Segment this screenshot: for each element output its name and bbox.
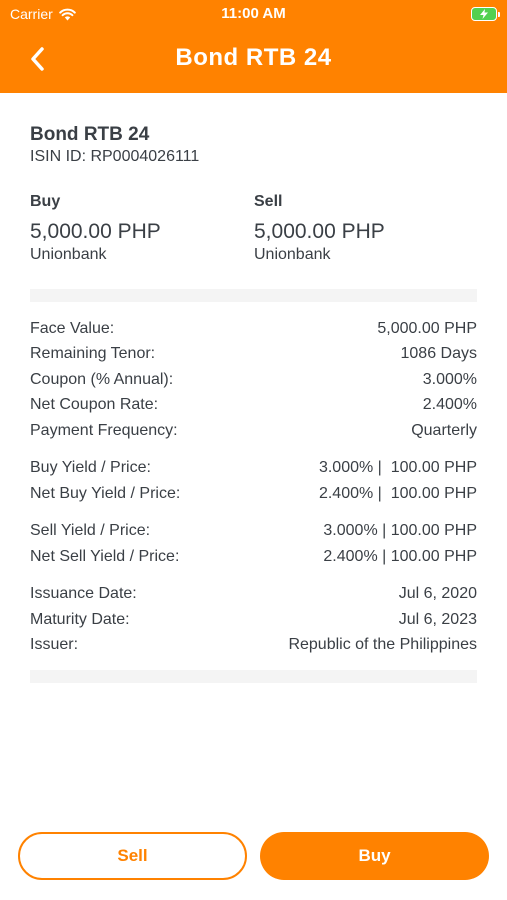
detail-row: Issuer: Republic of the Philippines xyxy=(30,633,477,659)
detail-value: 1086 Days xyxy=(400,345,478,363)
detail-label: Net Coupon Rate: xyxy=(30,396,159,414)
detail-value: 2.400% xyxy=(422,396,477,414)
app-header: Carrier 11:00 AM Bond RTB 24 xyxy=(0,0,507,93)
detail-label: Maturity Date: xyxy=(30,610,130,628)
detail-value: 2.400% | 100.00 PHP xyxy=(318,484,477,502)
detail-label: Net Buy Yield / Price: xyxy=(30,484,181,502)
status-bar: Carrier 11:00 AM xyxy=(0,0,507,28)
detail-value: 2.400% | 100.00 PHP xyxy=(323,547,477,565)
detail-value: Quarterly xyxy=(411,421,477,439)
detail-value: 5,000.00 PHP xyxy=(377,319,477,337)
detail-label: Face Value: xyxy=(30,319,115,337)
detail-row: Net Sell Yield / Price: 2.400% | 100.00 … xyxy=(30,544,477,570)
detail-label: Coupon (% Annual): xyxy=(30,370,174,388)
detail-value: 3.000% xyxy=(422,370,477,388)
detail-row: Face Value: 5,000.00 PHP xyxy=(30,316,477,342)
detail-label: Net Sell Yield / Price: xyxy=(30,547,180,565)
bond-summary: Bond RTB 24 ISIN ID: RP0004026111 xyxy=(30,118,477,166)
detail-row: Net Coupon Rate: 2.400% xyxy=(30,393,477,419)
detail-row: Sell Yield / Price: 3.000% | 100.00 PHP xyxy=(30,519,477,545)
sell-bank: Unionbank xyxy=(254,246,331,263)
buy-bank: Unionbank xyxy=(30,246,107,263)
detail-value: Republic of the Philippines xyxy=(288,636,477,654)
battery-icon xyxy=(471,7,500,21)
detail-label: Issuer: xyxy=(30,636,79,654)
detail-label: Issuance Date: xyxy=(30,585,137,603)
detail-row: Remaining Tenor: 1086 Days xyxy=(30,342,477,368)
detail-row: Buy Yield / Price: 3.000% | 100.00 PHP xyxy=(30,456,477,482)
detail-label: Sell Yield / Price: xyxy=(30,522,151,540)
buy-price: 5,000.00 PHP xyxy=(30,220,161,243)
bond-name: Bond RTB 24 xyxy=(30,124,150,145)
charging-bolt-icon xyxy=(480,9,488,19)
sell-button[interactable]: Sell xyxy=(18,832,247,880)
detail-row: Coupon (% Annual): 3.000% xyxy=(30,367,477,393)
row-gap xyxy=(30,507,477,519)
sell-quote: Sell 5,000.00 PHP Unionbank xyxy=(254,193,385,264)
buy-label: Buy xyxy=(30,193,61,210)
detail-value: 3.000% | 100.00 PHP xyxy=(318,459,477,477)
isin-id: ISIN ID: RP0004026111 xyxy=(30,148,200,165)
detail-value: Jul 6, 2023 xyxy=(398,610,477,628)
detail-row: Issuance Date: Jul 6, 2020 xyxy=(30,582,477,608)
row-gap xyxy=(30,570,477,582)
buy-button[interactable]: Buy xyxy=(260,832,489,880)
detail-label: Remaining Tenor: xyxy=(30,345,156,363)
detail-row: Payment Frequency: Quarterly xyxy=(30,418,477,444)
detail-row: Maturity Date: Jul 6, 2023 xyxy=(30,607,477,633)
sell-price: 5,000.00 PHP xyxy=(254,220,385,243)
sell-label: Sell xyxy=(254,193,283,210)
detail-value: Jul 6, 2020 xyxy=(398,585,477,603)
detail-row: Net Buy Yield / Price: 2.400% | 100.00 P… xyxy=(30,481,477,507)
page-title: Bond RTB 24 xyxy=(175,44,332,71)
section-divider xyxy=(30,670,477,683)
detail-value: 3.000% | 100.00 PHP xyxy=(323,522,477,540)
detail-label: Payment Frequency: xyxy=(30,421,178,439)
details-list: Face Value: 5,000.00 PHP Remaining Tenor… xyxy=(30,316,477,658)
section-divider xyxy=(30,289,477,302)
buy-quote: Buy 5,000.00 PHP Unionbank xyxy=(30,193,161,264)
detail-label: Buy Yield / Price: xyxy=(30,459,151,477)
status-time: 11:00 AM xyxy=(221,5,286,22)
row-gap xyxy=(30,444,477,456)
